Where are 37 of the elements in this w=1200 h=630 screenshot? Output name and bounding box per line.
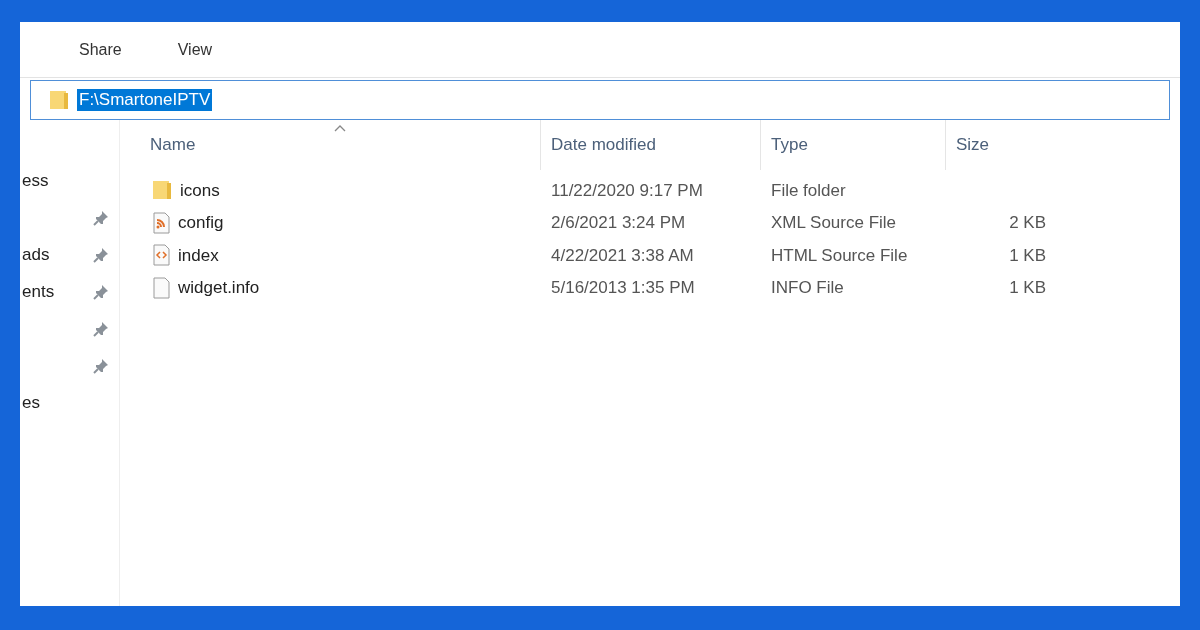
- address-bar[interactable]: F:\SmartoneIPTV: [30, 80, 1170, 120]
- size-cell: 1 KB: [1009, 278, 1046, 297]
- sidebar-item[interactable]: ess: [20, 162, 119, 199]
- ribbon-tab[interactable]: View: [173, 37, 217, 62]
- sidebar-item[interactable]: es: [20, 384, 119, 421]
- pin-icon: [93, 283, 109, 300]
- rss-file-icon: [152, 211, 170, 234]
- column-header[interactable]: Date modified: [540, 120, 760, 170]
- file-name[interactable]: index: [178, 242, 219, 268]
- type-cell: XML Source File: [771, 213, 897, 232]
- folder-icon: [152, 179, 172, 202]
- ribbon-tab[interactable]: Share: [75, 37, 126, 62]
- date-cell: 4/22/2021 3:38 AM: [551, 245, 694, 265]
- sidebar-item[interactable]: ents: [20, 273, 119, 310]
- date-cell: 2/6/2021 3:24 PM: [551, 213, 686, 232]
- pin-icon: [93, 209, 109, 226]
- size-cell: 2 KB: [1009, 213, 1046, 232]
- file-name[interactable]: widget.info: [178, 275, 260, 301]
- date-cell: 11/22/2020 9:17 PM: [551, 180, 703, 200]
- type-cell: INFO File: [771, 278, 844, 297]
- pin-icon: [93, 320, 109, 337]
- pin-icon: [93, 357, 109, 374]
- sidebar-item[interactable]: ads: [20, 236, 119, 273]
- file-name[interactable]: icons: [180, 177, 220, 203]
- type-cell: HTML Source File: [771, 245, 908, 265]
- file-name[interactable]: config: [178, 210, 224, 236]
- code-file-icon: [152, 244, 170, 267]
- type-cell: File folder: [771, 180, 846, 200]
- pin-icon: [93, 246, 109, 263]
- column-header[interactable]: Size: [945, 120, 1058, 170]
- folder-icon: [49, 89, 69, 111]
- address-path: F:\SmartoneIPTV: [77, 89, 213, 111]
- file-icon: [152, 276, 170, 299]
- column-header[interactable]: Name: [140, 120, 540, 170]
- size-cell: 1 KB: [1009, 245, 1046, 265]
- column-header[interactable]: Type: [760, 120, 945, 170]
- date-cell: 5/16/2013 1:35 PM: [551, 278, 695, 297]
